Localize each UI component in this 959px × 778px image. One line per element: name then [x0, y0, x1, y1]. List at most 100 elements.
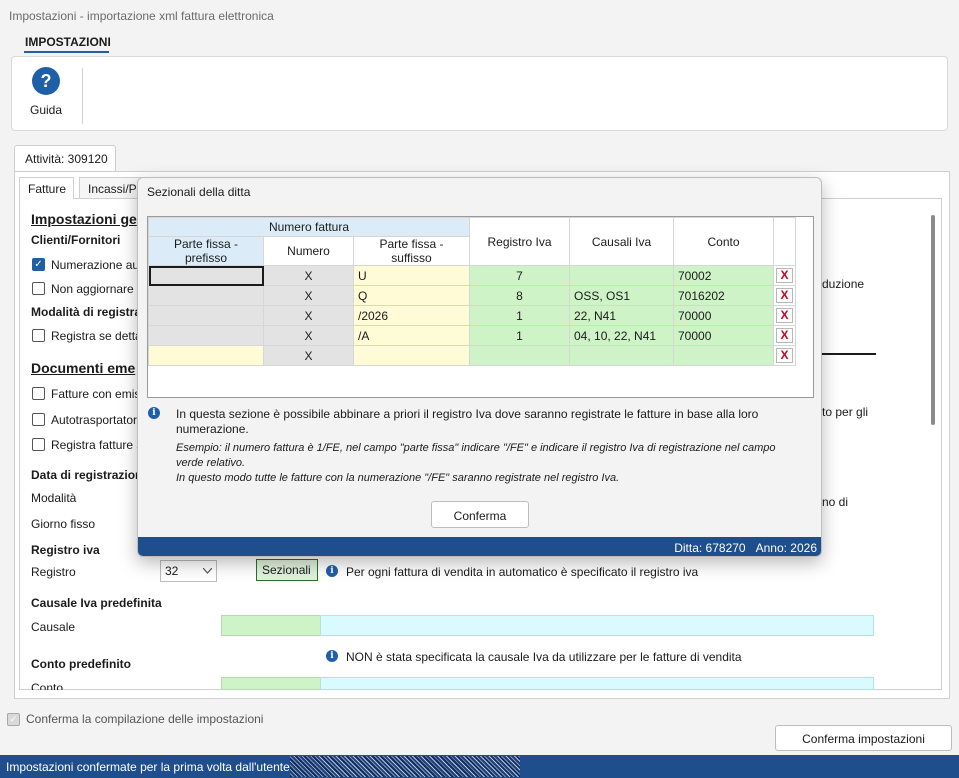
info-icon: i [326, 650, 338, 662]
suffisso-cell[interactable]: U [353, 265, 470, 286]
delete-x-icon[interactable]: X [776, 268, 793, 283]
numero-fattura-group-header: Numero fattura [148, 217, 470, 237]
dialog-ditta: Ditta: 678270 [674, 541, 746, 555]
registro-select[interactable]: 32 [160, 560, 217, 582]
col-registro-iva[interactable]: Registro Iva [469, 217, 570, 266]
suffisso-cell[interactable]: Q [353, 285, 470, 306]
prefisso-cell[interactable] [148, 305, 264, 326]
ribbon-separator [82, 68, 83, 124]
causali-cell[interactable]: 04, 10, 22, N41 [569, 325, 674, 346]
registra-checkbox[interactable] [32, 329, 45, 342]
truncated-text-1: duzione [822, 277, 865, 291]
suffisso-cell[interactable] [353, 345, 470, 366]
truncated-text-3: no di [822, 495, 849, 509]
clienti-fornitori-title: Clienti/Fornitori [31, 233, 121, 247]
table-row[interactable]: X Q 8 OSS, OS1 7016202 X [148, 285, 796, 306]
numero-cell[interactable]: X [263, 305, 354, 326]
registra-fatture-label: Registra fatture s [51, 438, 143, 452]
numero-cell[interactable]: X [263, 325, 354, 346]
delete-x-icon[interactable]: X [776, 328, 793, 343]
col-conto[interactable]: Conto [673, 217, 774, 266]
conto-cell[interactable]: 70000 [673, 305, 774, 326]
dialog-footer-bar: Ditta: 678270 Anno: 2026 [138, 537, 821, 556]
col-suffisso[interactable]: Parte fissa - suffisso [353, 236, 470, 266]
numero-cell[interactable]: X [263, 345, 354, 366]
prefisso-cell[interactable] [148, 265, 264, 286]
registro-cell[interactable]: 1 [469, 305, 570, 326]
delete-x-icon[interactable]: X [776, 348, 793, 363]
guide-label: Guida [29, 103, 63, 117]
status-text: Impostazioni confermate per la prima vol… [6, 760, 290, 774]
modalita-label: Modalità [31, 491, 77, 505]
registro-cell[interactable]: 1 [469, 325, 570, 346]
table-row-new[interactable]: X X [148, 345, 796, 366]
table-row[interactable]: X U 7 70002 X [148, 265, 796, 286]
non-aggiornare-label: Non aggiornare [51, 282, 134, 296]
conto-cell[interactable]: 70002 [673, 265, 774, 286]
registro-info-text: Per ogni fattura di vendita in automatic… [346, 565, 699, 579]
causale-code-field[interactable] [221, 615, 321, 636]
tab-attivita[interactable]: Attività: 309120 [14, 145, 116, 172]
numero-cell[interactable]: X [263, 265, 354, 286]
delete-x-icon[interactable]: X [776, 308, 793, 323]
conto-code-field[interactable] [221, 677, 321, 690]
conferma-compilazione-checkbox[interactable]: ✓ [7, 713, 20, 726]
non-aggiornare-checkbox[interactable] [32, 282, 45, 295]
chevron-down-icon [203, 568, 212, 574]
tab-fatture[interactable]: Fatture [19, 177, 74, 199]
autotrasportatori-checkbox[interactable] [32, 413, 45, 426]
registro-cell[interactable] [469, 345, 570, 366]
section-impostazioni-generali: Impostazioni ge [31, 211, 137, 227]
help-circle-icon: ? [32, 67, 60, 95]
dialog-example-line-1: Esempio: il numero fattura è 1/FE, nel c… [176, 442, 776, 469]
registro-cell[interactable]: 8 [469, 285, 570, 306]
giorno-fisso-label: Giorno fisso [31, 517, 96, 531]
info-icon: i [148, 407, 160, 419]
numero-cell[interactable]: X [263, 285, 354, 306]
causali-cell[interactable] [569, 345, 674, 366]
prefisso-cell[interactable] [148, 285, 264, 306]
registra-fatture-checkbox[interactable] [32, 438, 45, 451]
sezionali-dialog: Sezionali della ditta Numero fattura Reg… [137, 177, 822, 557]
causali-cell[interactable]: 22, N41 [569, 305, 674, 326]
redacted-area [290, 756, 520, 777]
delete-x-icon[interactable]: X [776, 288, 793, 303]
vertical-scrollbar[interactable] [931, 215, 935, 425]
numerazione-checkbox[interactable]: ✓ [32, 258, 45, 271]
causale-label: Causale [31, 620, 76, 634]
numerazione-label: Numerazione au [51, 258, 140, 272]
table-row[interactable]: X /2026 1 22, N41 70000 X [148, 305, 796, 326]
suffisso-cell[interactable]: /2026 [353, 305, 470, 326]
causale-iva-title: Causale Iva predefinita [31, 596, 162, 610]
sezionali-button[interactable]: Sezionali [256, 559, 318, 581]
fatture-emis-checkbox[interactable] [32, 387, 45, 400]
dialog-conferma-button[interactable]: Conferma [431, 501, 529, 528]
data-registrazione-title: Data di registrazion [31, 468, 143, 482]
conferma-impostazioni-button[interactable]: Conferma impostazioni [775, 725, 952, 751]
conto-description-field[interactable] [320, 677, 874, 690]
registro-cell[interactable]: 7 [469, 265, 570, 286]
conto-cell[interactable]: 70000 [673, 325, 774, 346]
dialog-title: Sezionali della ditta [147, 185, 251, 199]
prefisso-cell[interactable] [148, 325, 264, 346]
col-prefisso[interactable]: Parte fissa - prefisso [148, 236, 264, 266]
causale-description-field[interactable] [320, 615, 874, 636]
dialog-example-text: Esempio: il numero fattura è 1/FE, nel c… [176, 441, 786, 486]
conto-cell[interactable] [673, 345, 774, 366]
sezionali-table: Numero fattura Registro Iva Causali Iva … [148, 217, 796, 366]
col-delete [773, 217, 796, 266]
prefisso-cell[interactable] [148, 345, 264, 366]
table-row[interactable]: X /A 1 04, 10, 22, N41 70000 X [148, 325, 796, 346]
suffisso-cell[interactable]: /A [353, 325, 470, 346]
truncated-text-2: to per gli [822, 405, 869, 419]
guide-button[interactable]: ? Guida [18, 64, 74, 124]
registro-label: Registro [31, 565, 76, 579]
col-causali-iva[interactable]: Causali Iva [569, 217, 674, 266]
causali-cell[interactable]: OSS, OS1 [569, 285, 674, 306]
dialog-info-text: In questa sezione è possibile abbinare a… [176, 407, 759, 436]
col-numero[interactable]: Numero [263, 236, 354, 266]
causali-cell[interactable] [569, 265, 674, 286]
conto-cell[interactable]: 7016202 [673, 285, 774, 306]
dialog-anno: Anno: 2026 [755, 541, 817, 555]
ribbon-tab-impostazioni[interactable]: IMPOSTAZIONI [25, 35, 111, 49]
